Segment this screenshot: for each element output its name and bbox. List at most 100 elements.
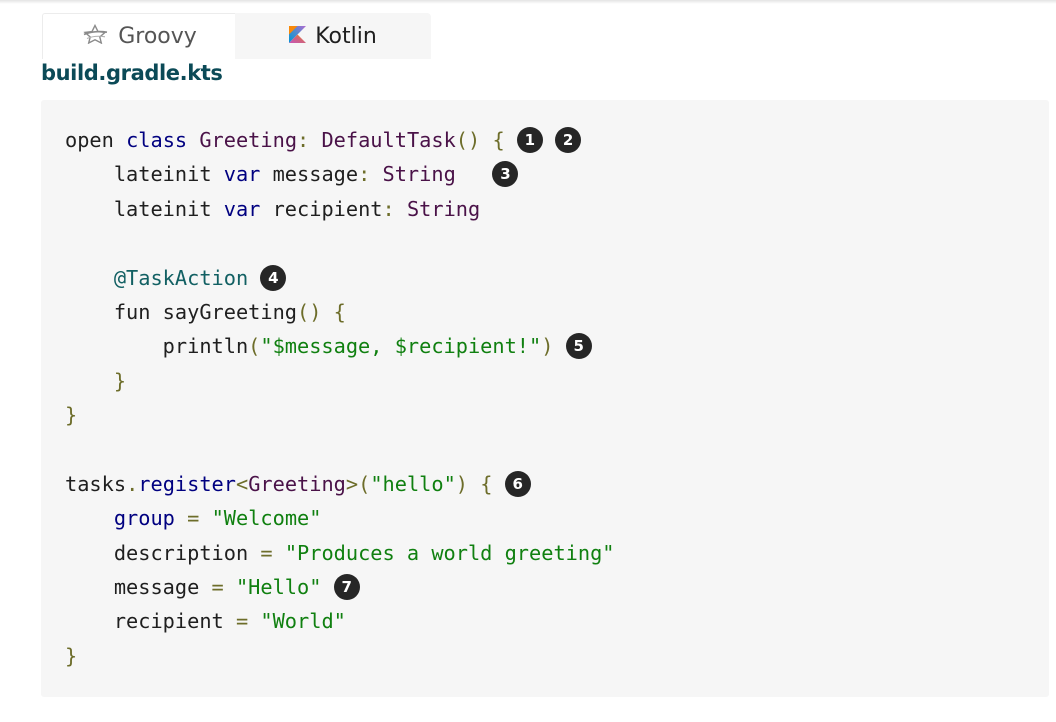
- code-line: }: [65, 639, 615, 673]
- code-token: "Produces a world greeting": [284, 540, 615, 565]
- code-token: register: [138, 471, 236, 496]
- code-line: description = "Produces a world greeting…: [65, 536, 615, 570]
- code-token: description: [65, 540, 261, 565]
- code-token: println: [65, 334, 249, 359]
- code-token: }: [113, 368, 127, 393]
- code-token: :: [297, 128, 310, 152]
- tab-groovy[interactable]: Groovy: [42, 13, 235, 59]
- code-token: "$message, $recipient!": [260, 334, 542, 359]
- code-token: lateinit: [65, 162, 224, 187]
- code-token: .: [126, 471, 139, 496]
- code-token: }: [65, 403, 78, 428]
- code-line: }: [65, 364, 615, 398]
- code-line: fun sayGreeting() {: [65, 295, 615, 329]
- code-token: {: [492, 128, 505, 152]
- code-token: DefaultTask: [321, 128, 456, 152]
- code-token: "Hello": [235, 575, 322, 600]
- code-token: <: [235, 471, 249, 496]
- callout-badge-4: 4: [260, 264, 287, 291]
- code-token: =: [235, 609, 249, 634]
- code-token: {: [480, 471, 493, 496]
- code-token: :: [358, 162, 371, 187]
- code-token: "Welcome": [211, 506, 322, 531]
- callout-badge-3: 3: [492, 161, 519, 188]
- code-line: lateinit var recipient: String: [65, 192, 615, 226]
- language-tabs: Groovy Kotlin: [42, 13, 431, 59]
- kotlin-logo-icon: [289, 24, 307, 49]
- code-line: @TaskAction 4: [65, 261, 615, 295]
- code-token: }: [65, 643, 78, 668]
- code-token: @TaskAction: [113, 265, 249, 290]
- code-token: group: [113, 506, 175, 531]
- code-token: recipient: [260, 196, 383, 221]
- code-block: open class Greeting: DefaultTask() { 1 2…: [41, 100, 1049, 697]
- top-divider: [0, 0, 1056, 4]
- tab-kotlin[interactable]: Kotlin: [235, 13, 431, 59]
- code-token: lateinit: [65, 196, 224, 221]
- callout-badge-7: 7: [333, 574, 360, 601]
- code-line: open class Greeting: DefaultTask() { 1 2: [65, 123, 615, 157]
- code-token: open: [65, 128, 127, 152]
- code-line: lateinit var message: String 3: [65, 157, 615, 191]
- tab-groovy-label: Groovy: [118, 24, 197, 49]
- code-token: {: [333, 299, 346, 324]
- code-token: (): [297, 299, 322, 324]
- code-token: =: [187, 506, 200, 531]
- code-token: tasks: [65, 471, 127, 496]
- code-token: String: [406, 196, 481, 221]
- code-token: ): [455, 471, 469, 496]
- callout-badge-5: 5: [565, 333, 592, 360]
- code-line: tasks.register<Greeting>("hello") { 6: [65, 467, 615, 501]
- code-token: (: [358, 471, 371, 496]
- code-token: "World": [260, 609, 346, 634]
- code-token: String: [382, 162, 456, 187]
- code-token: Greeting: [248, 471, 346, 496]
- callout-badge-2: 2: [555, 127, 582, 153]
- code-token: Greeting: [199, 128, 298, 152]
- code-token: ): [541, 334, 554, 359]
- code-line: recipient = "World": [65, 604, 615, 638]
- code-listing: open class Greeting: DefaultTask() { 1 2…: [65, 123, 615, 673]
- code-token: fun sayGreeting: [65, 299, 297, 324]
- code-token: >: [345, 471, 359, 496]
- callout-badge-6: 6: [504, 470, 531, 497]
- code-line: println("$message, $recipient!") 5: [65, 329, 615, 363]
- code-token: (: [248, 334, 261, 359]
- code-token: class: [126, 128, 188, 152]
- code-token: var: [223, 162, 261, 187]
- groovy-star-icon: [81, 23, 109, 50]
- callout-badge-1: 1: [516, 127, 543, 153]
- code-line: message = "Hello" 7: [65, 570, 615, 604]
- code-line: group = "Welcome": [65, 501, 615, 535]
- code-token: =: [211, 575, 224, 600]
- code-token: :: [382, 196, 395, 221]
- code-line: }: [65, 398, 615, 432]
- code-token: "hello": [370, 471, 456, 496]
- code-token: message: [65, 575, 212, 600]
- code-token: var: [223, 196, 261, 221]
- code-token: message: [260, 162, 359, 187]
